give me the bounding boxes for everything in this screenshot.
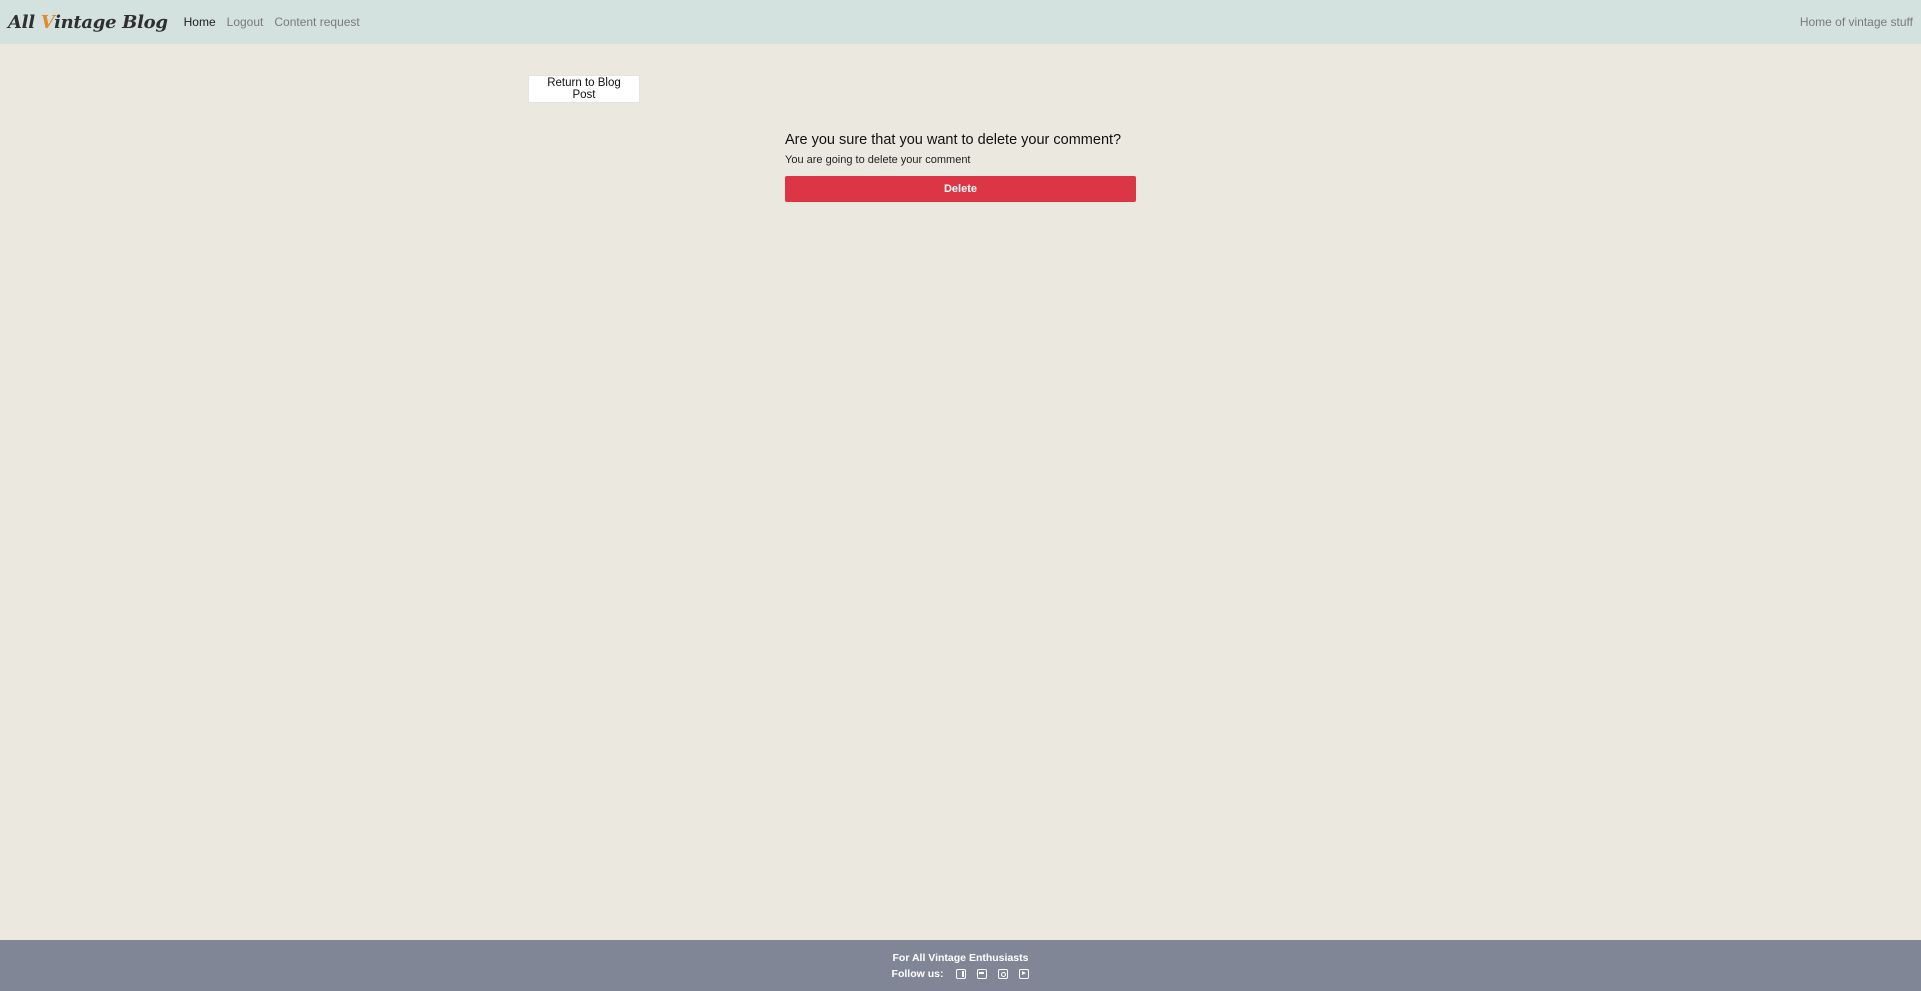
nav-link-logout[interactable]: Logout [227, 15, 264, 29]
footer-tagline: For All Vintage Enthusiasts [892, 952, 1029, 964]
brand-text-start: All [8, 11, 41, 33]
facebook-icon[interactable] [956, 969, 967, 979]
follow-us-label: Follow us: [891, 968, 944, 980]
top-navbar: All Vintage Blog Home Logout Content req… [0, 0, 1921, 44]
navbar-tagline: Home of vintage stuff [1799, 15, 1913, 29]
page-footer: For All Vintage Enthusiasts Follow us: [0, 940, 1921, 991]
delete-button[interactable]: Delete [785, 176, 1136, 202]
follow-us-row: Follow us: [0, 968, 1921, 980]
brand-text-end: intage Blog [54, 11, 168, 33]
delete-confirmation: Are you sure that you want to delete you… [785, 132, 1136, 202]
brand-logo[interactable]: All Vintage Blog [8, 12, 168, 33]
instagram-icon[interactable] [998, 969, 1009, 979]
nav-link-home[interactable]: Home [184, 15, 216, 29]
nav-link-content-request[interactable]: Content request [274, 15, 359, 29]
confirm-title: Are you sure that you want to delete you… [785, 132, 1122, 148]
return-to-blog-post-button[interactable]: Return to Blog Post [528, 75, 640, 103]
youtube-icon[interactable] [1019, 969, 1030, 979]
brand-text-accent: V [40, 11, 55, 33]
confirm-text: You are going to delete your comment [785, 154, 971, 166]
twitter-icon[interactable] [977, 969, 988, 979]
